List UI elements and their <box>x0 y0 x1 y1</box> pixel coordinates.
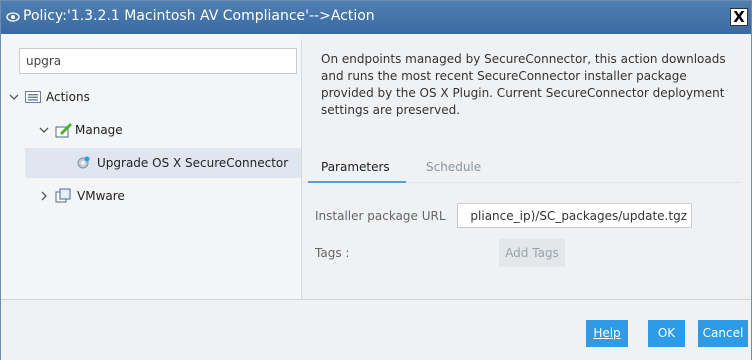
action-dialog: Policy:'1.3.2.1 Macintosh AV Compliance'… <box>0 0 752 360</box>
title-bar[interactable]: Policy:'1.3.2.1 Macintosh AV Compliance'… <box>1 1 751 34</box>
add-tags-button[interactable]: Add Tags <box>499 239 565 267</box>
chevron-right-icon[interactable] <box>39 191 49 201</box>
tree-item-manage[interactable]: Manage <box>39 119 123 141</box>
chevron-down-icon[interactable] <box>39 125 49 135</box>
action-tree-panel: Actions Manage Upgrade OS X SecureConnec… <box>1 34 301 299</box>
chevron-down-icon[interactable] <box>9 92 19 102</box>
tree-item-label: VMware <box>77 189 125 203</box>
gear-icon <box>77 156 90 169</box>
action-description: On endpoints managed by SecureConnector,… <box>321 52 726 117</box>
tags-label: Tags : <box>315 246 350 260</box>
tree-item-label: Actions <box>46 90 90 104</box>
vmware-icon <box>55 188 71 203</box>
tree-item-label: Upgrade OS X SecureConnector <box>97 156 289 170</box>
tab-parameters[interactable]: Parameters <box>321 160 390 174</box>
ok-button[interactable]: OK <box>648 320 685 347</box>
action-details-panel: On endpoints managed by SecureConnector,… <box>302 34 751 299</box>
manage-icon <box>55 123 72 138</box>
close-button[interactable]: X <box>730 8 748 26</box>
dialog-footer: Help OK Cancel <box>1 299 751 360</box>
eye-icon <box>6 12 20 22</box>
tree-item-upgrade-os-x-secureconnector[interactable]: Upgrade OS X SecureConnector <box>75 152 288 174</box>
cancel-button[interactable]: Cancel <box>698 320 748 347</box>
tree-item-vmware[interactable]: VMware <box>39 185 125 207</box>
active-tab-indicator <box>308 181 406 183</box>
tab-schedule[interactable]: Schedule <box>426 160 481 174</box>
list-icon <box>25 91 41 103</box>
search-input[interactable] <box>19 48 297 74</box>
tree-item-label: Manage <box>75 123 123 137</box>
tree-item-actions[interactable]: Actions <box>9 86 90 108</box>
installer-url-input[interactable]: pliance_ip)/SC_packages/update.tgz <box>457 203 692 228</box>
installer-url-label: Installer package URL <box>315 209 446 223</box>
help-button[interactable]: Help <box>586 320 628 347</box>
window-title: Policy:'1.3.2.1 Macintosh AV Compliance'… <box>23 8 375 24</box>
